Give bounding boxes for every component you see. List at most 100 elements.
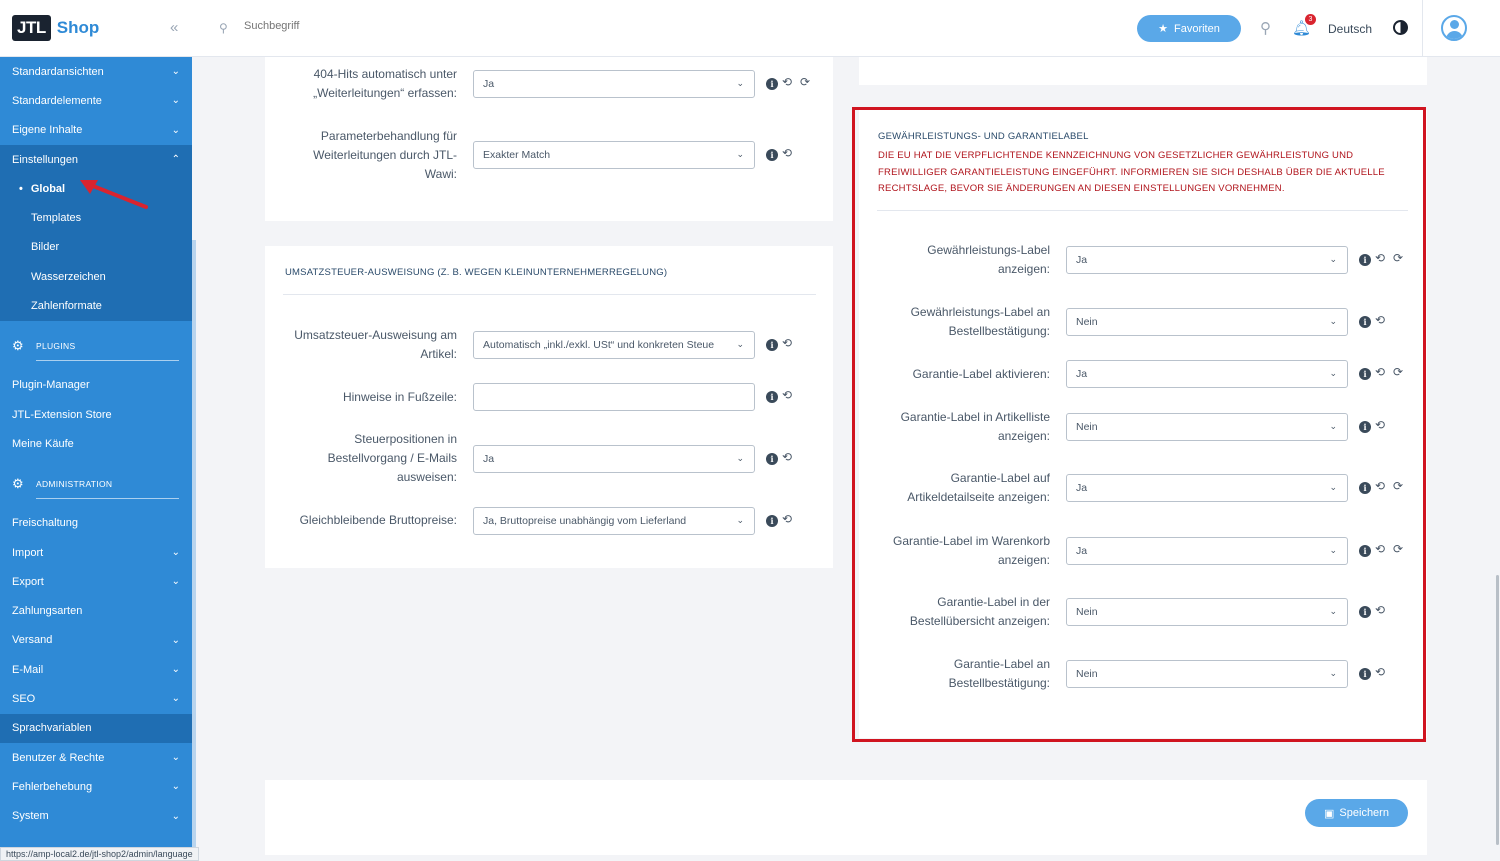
sidebar-subitem[interactable]: Wasserzeichen [0, 262, 192, 292]
save-icon: ▣ [1324, 807, 1335, 820]
save-button[interactable]: ▣ Speichern [1305, 799, 1408, 827]
sidebar-item-label: Eigene Inhalte [12, 124, 83, 137]
sidebar-item-label: Freischaltung [12, 517, 79, 530]
footer-card [265, 780, 1427, 855]
sidebar-item[interactable]: Plugin-Manager [0, 371, 192, 400]
search-input[interactable] [244, 20, 444, 32]
history-icon[interactable]: ⟲ [782, 450, 792, 464]
location-pin-icon[interactable]: ⚲ [1260, 19, 1271, 37]
sidebar-item[interactable]: Standardansichten ⌄ [0, 57, 192, 86]
logo-text[interactable]: Shop [57, 18, 100, 38]
sidebar-item[interactable]: Meine Käufe [0, 429, 192, 458]
avatar[interactable] [1441, 15, 1467, 41]
chevron-down-icon: ⌄ [171, 95, 180, 107]
info-icon[interactable]: i [766, 78, 778, 90]
sidebar-item-label: Import [12, 546, 44, 559]
select-dropdown[interactable]: Ja ⌄ [473, 70, 755, 98]
sidebar: JTL Shop « Standardansichten ⌄ Standardele… [0, 0, 192, 861]
notification-badge: 3 [1305, 14, 1316, 25]
chevron-down-icon: ⌄ [171, 781, 180, 793]
search-icon[interactable]: ⚲ [219, 21, 228, 35]
info-icon[interactable]: i [766, 453, 778, 465]
sidebar-item[interactable]: SEO ⌄ [0, 684, 192, 713]
text-input[interactable] [473, 383, 755, 411]
sidebar-top-group: Standardansichten ⌄ Standardelemente ⌄ Eigen… [0, 57, 192, 145]
sidebar-item[interactable]: Freischaltung [0, 509, 192, 538]
vat-card-title: UMSATZSTEUER-AUSWEISUNG (Z. B. WEGEN KLE… [285, 267, 668, 278]
sidebar-plugins-group: Plugin-Manager JTL-Extension Store Meine K… [0, 371, 192, 459]
sidebar-item-label: Versand [12, 634, 53, 647]
language-selector[interactable]: Deutsch [1328, 22, 1372, 36]
history-icon[interactable]: ⟲ [782, 75, 792, 89]
divider [1422, 0, 1423, 57]
sidebar-item[interactable]: Eigene Inhalte ⌄ [0, 116, 192, 145]
sidebar-item[interactable]: Export ⌄ [0, 567, 192, 596]
sidebar-scrollbar[interactable] [192, 240, 196, 861]
chevron-down-icon: ⌄ [171, 634, 180, 646]
history-icon[interactable]: ⟲ [782, 388, 792, 402]
select-dropdown[interactable]: Automatisch „inkl./exkl. USt“ und konkre… [473, 331, 755, 359]
setting-label: Hinweise in Fußzeile: [342, 390, 457, 404]
collapse-sidebar-icon[interactable]: « [170, 19, 178, 36]
sidebar-item-label: E-Mail [12, 663, 44, 676]
sidebar-admin-group: Freischaltung Import ⌄ Export ⌄ Zahlungsarten… [0, 509, 192, 831]
puzzle-icon: ⚙ [12, 337, 24, 353]
sidebar-item[interactable]: Versand ⌄ [0, 626, 192, 655]
logo[interactable]: JTL [12, 15, 51, 41]
sidebar-item-label: Benutzer & Rechte [12, 751, 105, 764]
history-icon[interactable]: ⟲ [782, 512, 792, 526]
sidebar-item[interactable]: JTL-Extension Store [0, 400, 192, 429]
sidebar-subitem[interactable]: Bilder [0, 232, 192, 263]
select-value: Automatisch „inkl./exkl. USt“ und konkre… [483, 339, 715, 351]
setting-label: Parameterbehandlung für Weiterleitungen … [313, 129, 457, 181]
setting-label: Umsatzsteuer-Ausweisung am Artikel: [294, 328, 457, 361]
favorites-button[interactable]: ★ Favoriten [1137, 15, 1241, 42]
sidebar-item[interactable]: Standardelemente ⌄ [0, 86, 192, 115]
select-dropdown[interactable]: Ja ⌄ [473, 445, 755, 473]
info-icon[interactable]: i [766, 149, 778, 161]
sidebar-item[interactable]: Fehlerbehebung ⌄ [0, 772, 192, 801]
history-icon[interactable]: ⟲ [782, 336, 792, 350]
upper-right-card [859, 57, 1427, 85]
contrast-toggle-icon[interactable] [1393, 20, 1408, 35]
status-url: https://amp-local2.de/jtl-shop2/admin/la… [0, 847, 199, 861]
chevron-down-icon: ⌄ [171, 124, 180, 136]
history-icon[interactable]: ⟲ [782, 146, 792, 160]
setting-label: Gleichbleibende Bruttopreise: [299, 513, 457, 527]
chevron-up-icon: ⌃ [171, 154, 180, 166]
sidebar-item[interactable]: Import ⌄ [0, 538, 192, 567]
gear-icon: ⚙ [12, 475, 24, 491]
info-icon[interactable]: i [766, 339, 778, 351]
sidebar-item-label: JTL-Extension Store [12, 408, 112, 421]
sidebar-item[interactable]: Sprachvariablen [0, 713, 192, 743]
select-value: Ja, Bruttopreise unabhängig vom Lieferla… [483, 515, 687, 527]
sidebar-item-label: Zahlungsarten [12, 605, 83, 618]
sidebar-item-label: Einstellungen [12, 153, 79, 166]
sidebar-item-einstellungen[interactable]: Einstellungen ⌃ [0, 144, 192, 175]
sidebar-item[interactable]: Benutzer & Rechte ⌄ [0, 743, 192, 772]
chevron-down-icon: ⌄ [736, 453, 744, 463]
page-scrollbar[interactable] [1496, 575, 1499, 845]
section-label: ADMINISTRATION [36, 478, 113, 489]
sidebar-item[interactable]: Zahlungsarten [0, 596, 192, 625]
sidebar-section-administration: ⚙ ADMINISTRATION [0, 459, 192, 509]
select-value: Ja [483, 453, 495, 465]
topbar: ⚲ ★ Favoriten ⚲ 🔔︎ 3 Deutsch [192, 0, 1500, 57]
chevron-down-icon: ⌄ [171, 810, 180, 822]
chevron-down-icon: ⌄ [736, 78, 744, 88]
sidebar-item-label: Plugin-Manager [12, 379, 90, 392]
sidebar-item[interactable]: E-Mail ⌄ [0, 655, 192, 684]
chevron-down-icon: ⌄ [171, 547, 180, 558]
sidebar-item-label: System [12, 810, 49, 823]
info-icon[interactable]: i [766, 391, 778, 403]
highlight-frame [852, 107, 1426, 742]
select-value: Ja [483, 78, 495, 90]
chevron-down-icon: ⌄ [736, 515, 744, 525]
select-dropdown[interactable]: Exakter Match ⌄ [473, 141, 755, 169]
info-icon[interactable]: i [766, 515, 778, 527]
sidebar-subitem[interactable]: Zahlenformate [0, 291, 192, 321]
select-dropdown[interactable]: Ja, Bruttopreise unabhängig vom Lieferla… [473, 507, 755, 535]
logo-bar: JTL Shop « [0, 0, 192, 57]
reset-icon[interactable]: ⟳ [800, 75, 810, 89]
sidebar-item[interactable]: System ⌄ [0, 802, 192, 831]
